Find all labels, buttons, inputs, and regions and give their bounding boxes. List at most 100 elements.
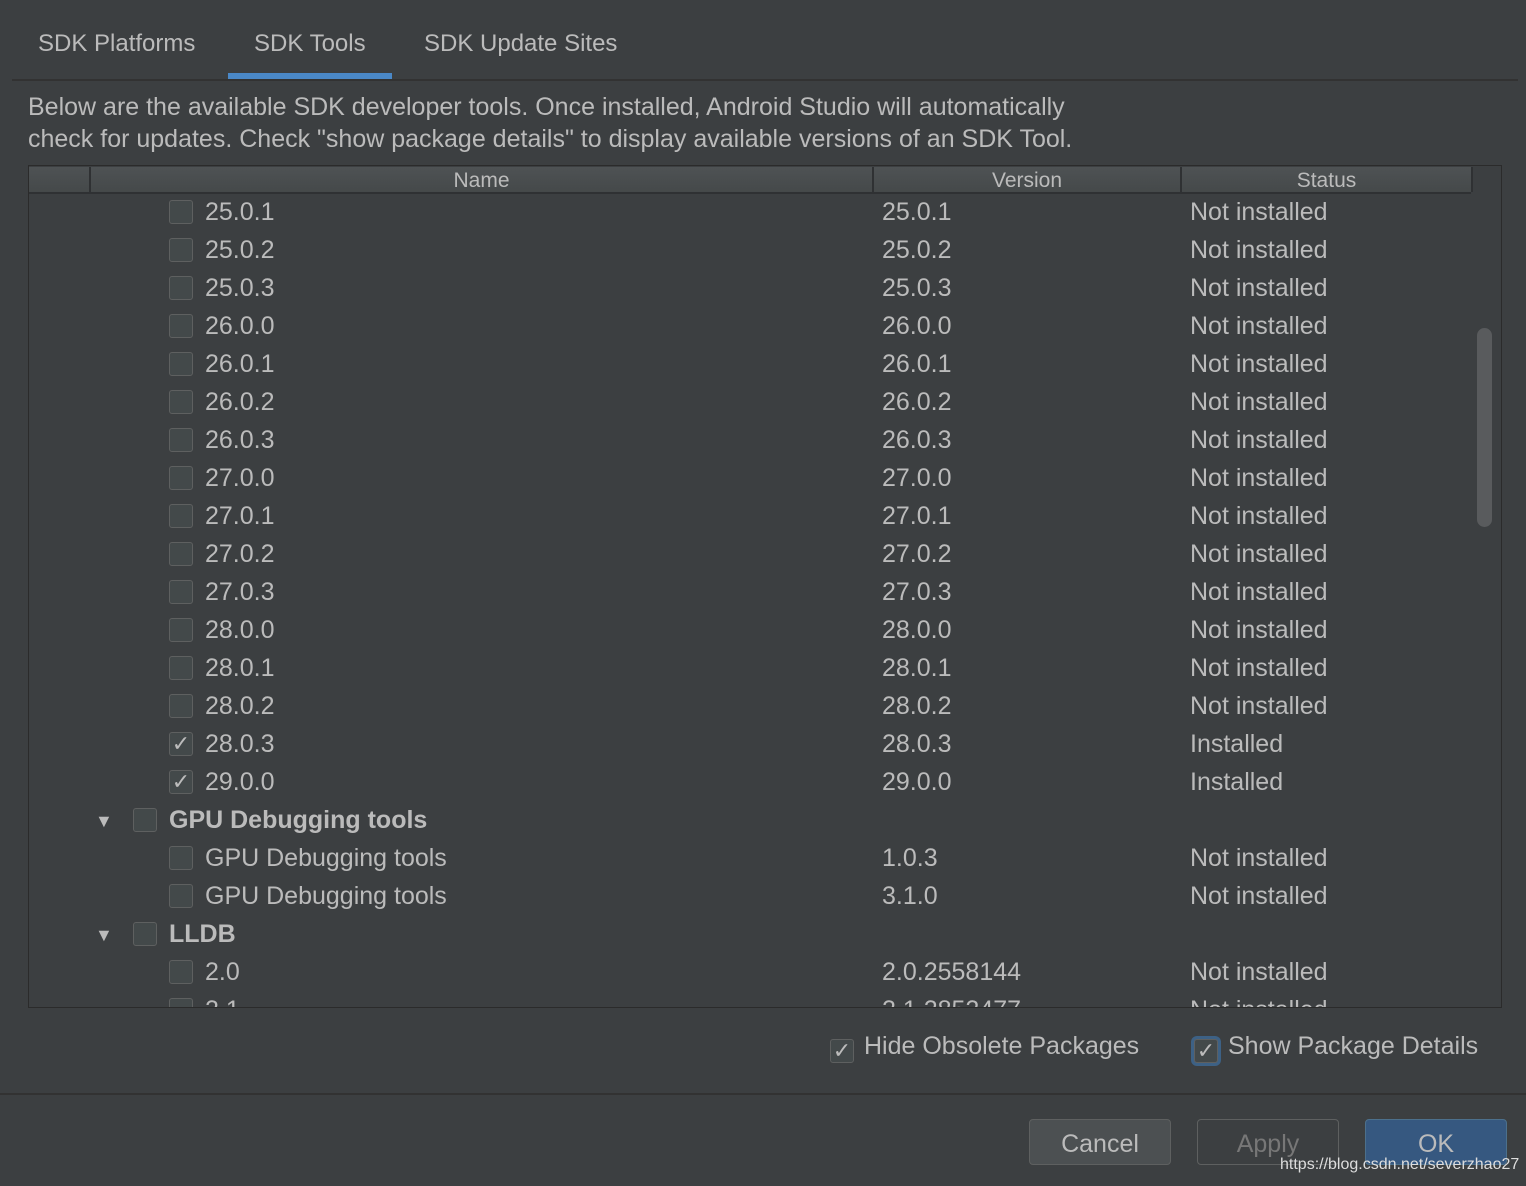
package-version: 25.0.1 xyxy=(882,198,952,226)
package-version: 27.0.0 xyxy=(882,464,952,492)
show-details-option[interactable]: ✓ Show Package Details xyxy=(1194,1032,1478,1063)
row-checkbox[interactable] xyxy=(169,276,193,300)
row-checkbox[interactable] xyxy=(169,466,193,490)
expand-triangle-icon[interactable]: ▼ xyxy=(95,811,113,832)
row-checkbox[interactable] xyxy=(169,656,193,680)
package-name: 28.0.1 xyxy=(205,654,275,682)
table-row[interactable]: 28.0.1 28.0.1 Not installed xyxy=(29,650,1471,688)
package-version: 26.0.0 xyxy=(882,312,952,340)
table-row[interactable]: 26.0.0 26.0.0 Not installed xyxy=(29,308,1471,346)
hide-obsolete-checkbox[interactable]: ✓ xyxy=(830,1039,854,1063)
row-checkbox[interactable] xyxy=(169,694,193,718)
column-header-name[interactable]: Name xyxy=(89,167,872,192)
package-status: Not installed xyxy=(1190,198,1328,226)
tab-sdk-update-sites[interactable]: SDK Update Sites xyxy=(424,30,617,58)
row-checkbox[interactable] xyxy=(169,542,193,566)
row-checkbox[interactable] xyxy=(169,428,193,452)
row-checkbox[interactable] xyxy=(169,352,193,376)
package-name: 28.0.3 xyxy=(205,730,275,758)
package-version: 28.0.3 xyxy=(882,730,952,758)
table-row[interactable]: 27.0.0 27.0.0 Not installed xyxy=(29,460,1471,498)
column-header-version[interactable]: Version xyxy=(872,167,1180,192)
table-row[interactable]: 28.0.2 28.0.2 Not installed xyxy=(29,688,1471,726)
row-checkbox[interactable] xyxy=(169,314,193,338)
package-version: 27.0.2 xyxy=(882,540,952,568)
table-row[interactable]: 27.0.1 27.0.1 Not installed xyxy=(29,498,1471,536)
package-status: Installed xyxy=(1190,730,1284,758)
row-checkbox[interactable] xyxy=(169,238,193,262)
table-row[interactable]: 27.0.3 27.0.3 Not installed xyxy=(29,574,1471,612)
row-checkbox[interactable]: ✓ xyxy=(169,770,193,794)
package-name: GPU Debugging tools xyxy=(205,844,447,872)
table-row[interactable]: 25.0.1 25.0.1 Not installed xyxy=(29,194,1471,232)
package-version: 2.1.2852477 xyxy=(882,996,1021,1007)
table-row[interactable]: 26.0.3 26.0.3 Not installed xyxy=(29,422,1471,460)
table-row[interactable]: 2.1 2.1.2852477 Not installed xyxy=(29,992,1471,1007)
package-version: 27.0.1 xyxy=(882,502,952,530)
tab-sdk-tools[interactable]: SDK Tools xyxy=(228,30,392,79)
package-status: Not installed xyxy=(1190,312,1328,340)
package-status: Not installed xyxy=(1190,350,1328,378)
table-row[interactable]: 27.0.2 27.0.2 Not installed xyxy=(29,536,1471,574)
expand-triangle-icon[interactable]: ▼ xyxy=(95,925,113,946)
table-row[interactable]: GPU Debugging tools 3.1.0 Not installed xyxy=(29,878,1471,916)
package-version: 1.0.3 xyxy=(882,844,938,872)
hide-obsolete-label: Hide Obsolete Packages xyxy=(864,1032,1140,1060)
tab-sdk-platforms[interactable]: SDK Platforms xyxy=(38,30,195,58)
row-checkbox[interactable] xyxy=(169,580,193,604)
row-checkbox[interactable] xyxy=(169,960,193,984)
table-row[interactable]: 2.0 2.0.2558144 Not installed xyxy=(29,954,1471,992)
group-row[interactable]: ▼ LLDB xyxy=(29,916,1471,954)
column-header-status[interactable]: Status xyxy=(1180,167,1473,192)
package-version: 25.0.3 xyxy=(882,274,952,302)
package-status: Not installed xyxy=(1190,882,1328,910)
table-row[interactable]: ✓ 29.0.0 29.0.0 Installed xyxy=(29,764,1471,802)
table-row[interactable]: ✓ 28.0.3 28.0.3 Installed xyxy=(29,726,1471,764)
package-version: 29.0.0 xyxy=(882,768,952,796)
package-status: Not installed xyxy=(1190,578,1328,606)
description-line: Below are the available SDK developer to… xyxy=(28,93,1065,121)
hide-obsolete-option[interactable]: ✓ Hide Obsolete Packages xyxy=(830,1032,1140,1063)
row-checkbox[interactable] xyxy=(169,200,193,224)
table-row[interactable]: 25.0.2 25.0.2 Not installed xyxy=(29,232,1471,270)
tab-bar: SDK Platforms SDK Tools SDK Update Sites xyxy=(12,0,1518,81)
package-name: 26.0.3 xyxy=(205,426,275,454)
package-status: Not installed xyxy=(1190,692,1328,720)
package-name: 26.0.1 xyxy=(205,350,275,378)
row-checkbox[interactable] xyxy=(169,884,193,908)
package-version: 26.0.2 xyxy=(882,388,952,416)
row-checkbox[interactable] xyxy=(169,618,193,642)
divider xyxy=(0,1093,1526,1095)
table-row[interactable]: GPU Debugging tools 1.0.3 Not installed xyxy=(29,840,1471,878)
show-details-checkbox[interactable]: ✓ xyxy=(1194,1039,1218,1063)
vertical-scrollbar[interactable] xyxy=(1477,328,1492,527)
row-checkbox[interactable] xyxy=(133,808,157,832)
package-name: 26.0.2 xyxy=(205,388,275,416)
package-version: 25.0.2 xyxy=(882,236,952,264)
row-checkbox[interactable]: ✓ xyxy=(169,732,193,756)
package-name: 28.0.2 xyxy=(205,692,275,720)
package-version: 28.0.1 xyxy=(882,654,952,682)
package-status: Not installed xyxy=(1190,996,1328,1007)
package-name: 27.0.3 xyxy=(205,578,275,606)
description: Below are the available SDK developer to… xyxy=(28,91,1072,155)
group-row[interactable]: ▼ GPU Debugging tools xyxy=(29,802,1471,840)
table-row[interactable]: 26.0.1 26.0.1 Not installed xyxy=(29,346,1471,384)
cancel-button[interactable]: Cancel xyxy=(1029,1119,1171,1165)
row-checkbox[interactable] xyxy=(169,504,193,528)
package-version: 2.0.2558144 xyxy=(882,958,1022,986)
package-status: Not installed xyxy=(1190,236,1328,264)
row-checkbox[interactable] xyxy=(169,846,193,870)
table-row[interactable]: 28.0.0 28.0.0 Not installed xyxy=(29,612,1471,650)
package-version: 27.0.3 xyxy=(882,578,952,606)
row-checkbox[interactable] xyxy=(169,390,193,414)
watermark: https://blog.csdn.net/severzhao27 xyxy=(1280,1156,1520,1173)
row-checkbox[interactable] xyxy=(169,998,193,1007)
package-status: Not installed xyxy=(1190,274,1328,302)
check-icon: ✓ xyxy=(171,731,191,756)
package-status: Not installed xyxy=(1190,502,1328,530)
package-status: Not installed xyxy=(1190,958,1328,986)
table-row[interactable]: 26.0.2 26.0.2 Not installed xyxy=(29,384,1471,422)
table-row[interactable]: 25.0.3 25.0.3 Not installed xyxy=(29,270,1471,308)
row-checkbox[interactable] xyxy=(133,922,157,946)
